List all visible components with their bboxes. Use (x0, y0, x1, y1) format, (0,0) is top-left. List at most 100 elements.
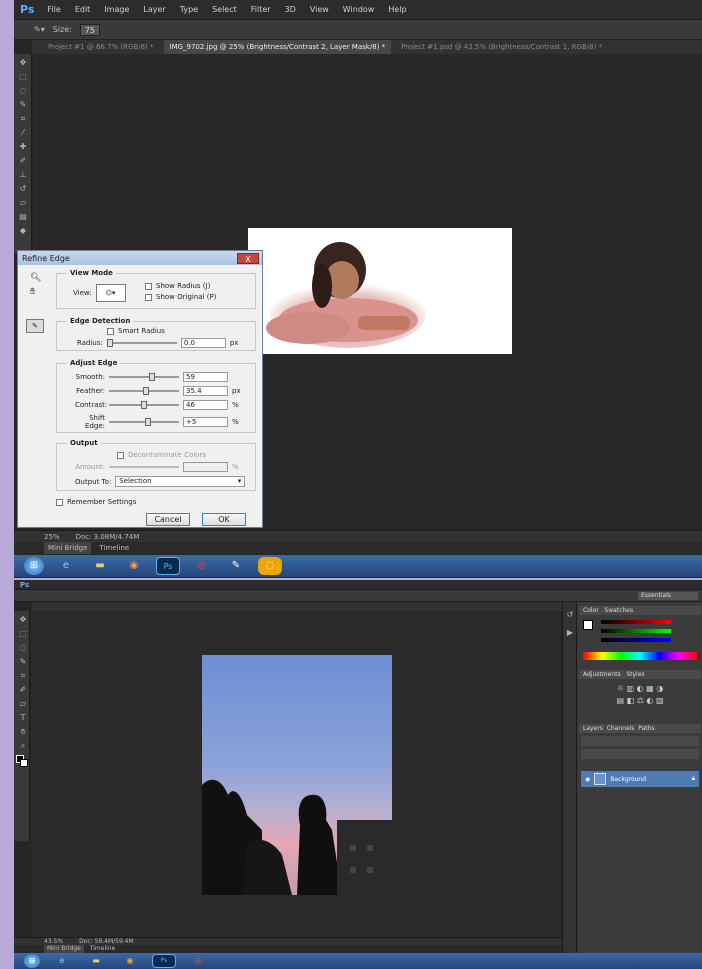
quick-select-tool-icon[interactable]: ✎ (17, 100, 29, 110)
smooth-slider[interactable] (109, 373, 179, 381)
green-slider[interactable] (601, 629, 671, 633)
zoom-level-2[interactable]: 43.5% (44, 938, 63, 945)
menu-type[interactable]: Type (173, 5, 205, 14)
ie-icon-2[interactable]: e (50, 954, 74, 968)
tab-img-9702[interactable]: IMG_9702.jpg @ 25% (Brightness/Contrast … (163, 40, 392, 54)
decontaminate-checkbox[interactable] (117, 451, 124, 459)
shift-edge-field[interactable]: +5 (183, 417, 228, 427)
tab-swatches[interactable]: Swatches (604, 607, 633, 614)
red-slider[interactable] (601, 620, 671, 624)
media-player-icon-2[interactable]: ◉ (118, 954, 142, 968)
fg-color-swatch[interactable] (583, 620, 593, 630)
refine-radius-tool-icon[interactable]: ✎ (26, 319, 44, 333)
radius-slider[interactable] (106, 339, 177, 347)
ie-icon[interactable]: e (54, 557, 78, 575)
show-original-checkbox[interactable] (145, 293, 152, 301)
dialog-close-button[interactable]: X (237, 252, 259, 264)
brush-tool-icon[interactable]: ✐ (17, 156, 29, 166)
color-spectrum[interactable] (583, 652, 697, 660)
windows-start-icon[interactable]: ⊞ (24, 557, 44, 575)
zoom-tool-icon[interactable]: 🔍︎ (30, 273, 41, 283)
tab-adjustments[interactable]: Adjustments (583, 671, 621, 678)
adjustment-icons[interactable]: ☼ ▥ ◐ ▦ ◑ ▤ ◧ ⚖ ◐ ▧ (579, 679, 701, 707)
menu-filter[interactable]: Filter (244, 5, 278, 14)
tab-project-1-psd[interactable]: Project #1.psd @ 43.5% (Brightness/Contr… (395, 43, 608, 51)
quick-select-tool-icon-2[interactable]: ✎ (17, 657, 29, 667)
eye-icon[interactable]: ◉ (585, 776, 590, 783)
chrome-icon-2[interactable]: ◎ (186, 954, 210, 968)
menu-layer[interactable]: Layer (136, 5, 172, 14)
tab-color[interactable]: Color (583, 607, 599, 614)
crop-tool-icon[interactable]: ⌗ (17, 114, 29, 124)
workspace-switcher[interactable]: Essentials (638, 592, 698, 600)
eyedropper-tool-icon[interactable]: ⁄ (17, 128, 29, 138)
hand-tool-icon-2[interactable]: ✋︎ (17, 727, 29, 737)
menu-help[interactable]: Help (381, 5, 413, 14)
cancel-button[interactable]: Cancel (146, 513, 190, 526)
actions-panel-icon[interactable]: ▶ (564, 628, 576, 638)
hand-tool-icon[interactable]: ✋︎ (30, 287, 35, 297)
ok-button[interactable]: OK (202, 513, 246, 526)
blue-slider[interactable] (601, 638, 671, 642)
amount-field[interactable] (183, 462, 228, 472)
menu-file[interactable]: File (40, 5, 67, 14)
remember-settings-checkbox[interactable] (56, 498, 63, 506)
tab-channels[interactable]: Channels (607, 725, 635, 732)
tab-timeline[interactable]: Timeline (99, 542, 129, 554)
tab-layers[interactable]: Layers (583, 725, 603, 732)
folder-icon[interactable]: ▬ (88, 557, 112, 575)
move-tool-icon[interactable]: ✥ (17, 58, 29, 68)
contrast-field[interactable]: 46 (183, 400, 228, 410)
layer-row[interactable]: ◉ Background 🔒︎ (581, 771, 699, 787)
stamp-tool-icon[interactable]: ⊥ (17, 170, 29, 180)
feather-field[interactable]: 35.4 (183, 386, 228, 396)
show-radius-checkbox[interactable] (145, 282, 152, 290)
history-brush-icon[interactable]: ↺ (17, 184, 29, 194)
healing-tool-icon[interactable]: ✚ (17, 142, 29, 152)
contrast-slider[interactable] (109, 401, 179, 409)
photoshop-taskbar-icon-2[interactable]: Ps (152, 954, 176, 968)
layer-blend-bar[interactable] (581, 749, 699, 759)
folder-icon-2[interactable]: ▬ (84, 954, 108, 968)
photoshop-taskbar-icon[interactable]: Ps (156, 557, 180, 575)
tab-mini-bridge[interactable]: Mini Bridge (44, 542, 92, 554)
menu-image[interactable]: Image (97, 5, 136, 14)
tab-mini-bridge-2[interactable]: Mini Bridge (44, 945, 84, 953)
view-mode-dropdown[interactable]: ⌬▾ (95, 284, 126, 302)
crop-tool-icon-2[interactable]: ⌗ (17, 671, 29, 681)
move-tool-icon-2[interactable]: ✥ (17, 615, 29, 625)
lasso-tool-icon[interactable]: ◌ (17, 86, 29, 96)
gradient-tool-icon[interactable]: ▤ (17, 212, 29, 222)
lasso-tool-icon-2[interactable]: ◌ (17, 643, 29, 653)
output-to-dropdown[interactable]: Selection ▾ (115, 476, 246, 487)
layer-filter-bar[interactable] (581, 736, 699, 746)
history-panel-icon[interactable]: ↺ (564, 610, 576, 620)
marquee-tool-icon-2[interactable]: ⬚ (17, 629, 29, 639)
marquee-tool-icon[interactable]: ⬚ (17, 72, 29, 82)
zoom-tool-icon-2[interactable]: ⌕ (17, 741, 29, 751)
windows-start-icon-2[interactable]: ⊞ (24, 954, 40, 968)
shift-edge-slider[interactable] (109, 418, 179, 426)
smooth-field[interactable]: 59 (183, 372, 228, 382)
blur-tool-icon[interactable]: ◆ (17, 226, 29, 236)
chrome-icon[interactable]: ◎ (190, 557, 214, 575)
smart-radius-checkbox[interactable] (107, 327, 114, 335)
brush-preset-icon[interactable]: ✎▾ (34, 25, 45, 34)
size-field[interactable]: 75 (79, 23, 101, 36)
app-icon[interactable]: ◌ (258, 557, 282, 575)
menu-window[interactable]: Window (336, 5, 382, 14)
menu-view[interactable]: View (303, 5, 336, 14)
menu-select[interactable]: Select (205, 5, 244, 14)
feather-slider[interactable] (109, 387, 179, 395)
radius-field[interactable]: 0.0 (180, 338, 226, 348)
tab-project-1[interactable]: Project #1 @ 66.7% (RGB/8) * (42, 43, 160, 51)
brush-tool-icon-2[interactable]: ✐ (17, 685, 29, 695)
text-tool-icon-2[interactable]: T (17, 713, 29, 723)
tab-styles[interactable]: Styles (626, 671, 644, 678)
foreground-background-colors[interactable] (16, 755, 28, 775)
media-player-icon[interactable]: ◉ (122, 557, 146, 575)
paint-icon[interactable]: ✎ (224, 557, 248, 575)
tab-paths[interactable]: Paths (638, 725, 654, 732)
tab-timeline-2[interactable]: Timeline (90, 945, 116, 953)
menu-edit[interactable]: Edit (68, 5, 98, 14)
